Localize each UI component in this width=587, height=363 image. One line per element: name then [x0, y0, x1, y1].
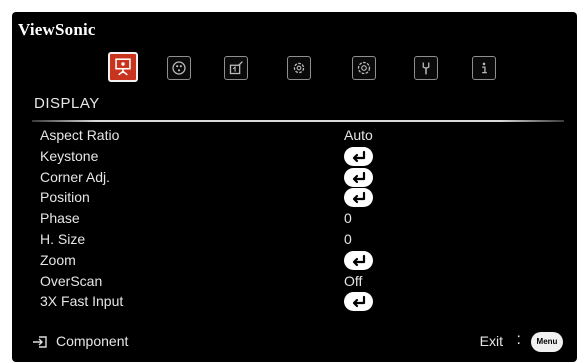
row-phase[interactable]: Phase 0	[40, 208, 560, 229]
row-label: Zoom	[40, 251, 76, 268]
row-label: Corner Adj.	[40, 168, 111, 185]
input-source-label: Component	[56, 333, 129, 349]
tab-basic-settings[interactable]	[287, 56, 311, 80]
exit-label: Exit	[479, 333, 503, 349]
information-icon	[482, 62, 487, 74]
display-icon	[115, 58, 131, 76]
row-aspect-ratio[interactable]: Aspect Ratio Auto	[40, 125, 560, 146]
tab-bar	[12, 52, 577, 90]
enter-icon[interactable]	[344, 167, 373, 187]
row-zoom[interactable]: Zoom	[40, 250, 560, 271]
menu-button[interactable]: Menu	[531, 332, 563, 352]
settings-list: Aspect Ratio Auto Keystone Corner Adj. P…	[40, 125, 560, 312]
osd-menu: ViewSonic DISPLAY Aspect Ratio Auto Keys…	[12, 12, 577, 362]
row-overscan[interactable]: OverScan Off	[40, 271, 560, 292]
exit-separator: :	[516, 331, 521, 348]
enter-icon[interactable]	[344, 292, 373, 312]
row-value: Off	[344, 272, 363, 289]
row-position[interactable]: Position	[40, 187, 560, 208]
row-label: 3X Fast Input	[40, 293, 124, 310]
row-3x-fast-input[interactable]: 3X Fast Input	[40, 291, 560, 312]
input-source-icon	[33, 336, 47, 348]
advanced-settings-icon	[357, 61, 371, 75]
tab-picture[interactable]	[167, 56, 191, 80]
row-label: Keystone	[40, 147, 99, 164]
section-title: DISPLAY	[34, 95, 100, 112]
picture-icon	[172, 61, 186, 75]
footer-bar: Component Exit : Menu	[12, 322, 577, 362]
basic-settings-icon	[293, 62, 305, 74]
tab-information[interactable]	[472, 56, 496, 80]
row-label: OverScan	[40, 272, 103, 289]
row-value: Auto	[344, 127, 373, 143]
row-h-size[interactable]: H. Size 0	[40, 229, 560, 250]
row-value: 0	[344, 230, 352, 247]
row-label: Phase	[40, 210, 80, 227]
row-label: Position	[40, 189, 90, 206]
section-divider	[32, 120, 564, 122]
tab-tools[interactable]	[414, 56, 438, 80]
brand-logo: ViewSonic	[18, 20, 96, 39]
row-keystone[interactable]: Keystone	[40, 146, 560, 167]
row-label: Aspect Ratio	[40, 127, 120, 143]
row-value: 0	[344, 210, 352, 227]
enter-icon[interactable]	[344, 146, 373, 166]
row-corner-adj[interactable]: Corner Adj.	[40, 167, 560, 188]
tab-display[interactable]	[108, 52, 138, 82]
tab-advanced-settings[interactable]	[352, 56, 376, 80]
power-management-icon	[229, 61, 243, 75]
row-label: H. Size	[40, 230, 86, 247]
enter-icon[interactable]	[344, 250, 373, 270]
tools-icon	[422, 62, 430, 75]
tab-power-management[interactable]	[224, 56, 248, 80]
enter-icon[interactable]	[344, 188, 373, 208]
